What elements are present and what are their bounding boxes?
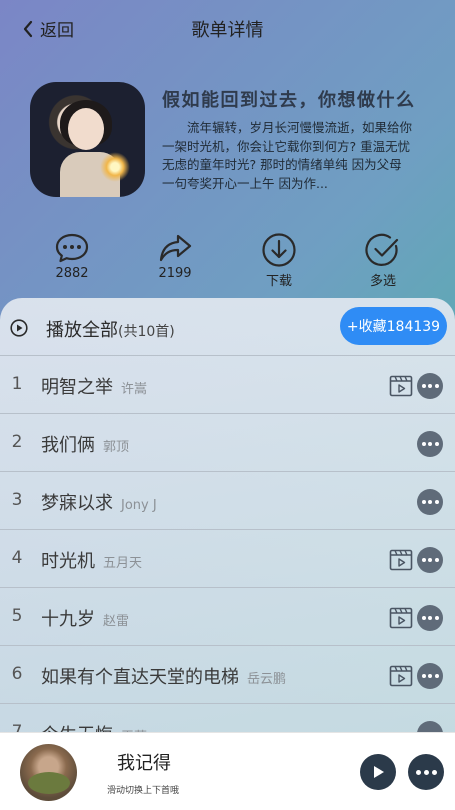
multi-select-label: 多选 — [369, 274, 396, 289]
song-title-group: 如果有个直达天堂的电梯 岳云鹏 — [41, 663, 286, 689]
song-title: 十九岁 — [41, 609, 95, 630]
more-dots-icon — [428, 384, 432, 388]
action-bar: 2882 2199 下载 多选 — [0, 232, 455, 292]
song-artist: 岳云鹏 — [247, 672, 287, 687]
song-title-group: 时光机 五月天 — [41, 547, 142, 573]
song-index: 4 — [11, 548, 23, 568]
song-artist: 许嵩 — [121, 382, 148, 397]
comment-button[interactable]: 2882 — [37, 232, 107, 281]
more-dots-icon — [421, 674, 426, 678]
playlist-description[interactable]: 流年辗转，岁月长河慢慢流逝，如果给你一架时光机，你会让它载你到何方? 重温无忧无… — [162, 119, 414, 193]
song-artist: 郭顶 — [103, 440, 130, 455]
play-all-button[interactable]: 播放全部(共10首) — [46, 316, 175, 342]
song-title: 时光机 — [41, 551, 95, 572]
song-title: 如果有个直达天堂的电梯 — [41, 667, 239, 688]
mv-icon[interactable] — [389, 606, 413, 630]
song-list-panel: 播放全部(共10首) +收藏184139 1 明智之举 许嵩 2 我们俩 郭顶 3 梦寐以求 J… — [0, 298, 455, 738]
more-dots-icon — [434, 558, 439, 562]
more-dots-icon — [434, 442, 439, 446]
play-button[interactable] — [360, 754, 396, 790]
more-dots-icon — [434, 674, 439, 678]
song-title: 梦寐以求 — [41, 493, 113, 514]
song-row[interactable]: 2 我们俩 郭顶 — [0, 414, 455, 472]
more-dots-icon — [421, 442, 426, 446]
more-dots-icon — [428, 674, 432, 678]
more-dots-icon — [421, 384, 426, 388]
share-count: 2199 — [158, 266, 192, 281]
download-icon — [262, 233, 296, 267]
more-dots-icon — [434, 384, 439, 388]
more-dots-icon — [415, 769, 421, 775]
song-title-group: 十九岁 赵雷 — [41, 605, 129, 631]
page-title: 歌单详情 — [191, 20, 264, 41]
song-index: 6 — [11, 664, 23, 684]
song-row[interactable]: 1 明智之举 许嵩 — [0, 356, 455, 414]
more-dots-icon — [434, 616, 439, 620]
song-artist: 五月天 — [103, 556, 143, 571]
comment-icon — [55, 233, 89, 263]
more-dots-icon — [428, 558, 432, 562]
comment-count: 2882 — [55, 266, 89, 281]
song-more-button[interactable] — [417, 663, 443, 689]
now-playing-title: 我记得 — [117, 753, 171, 774]
song-more-button[interactable] — [417, 431, 443, 457]
song-row[interactable]: 4 时光机 五月天 — [0, 530, 455, 588]
swipe-hint: 滑动切换上下首哦 — [107, 786, 180, 796]
more-dots-icon — [428, 500, 432, 504]
download-button[interactable]: 下载 — [244, 232, 314, 289]
share-button[interactable]: 2199 — [140, 232, 210, 281]
more-dots-icon — [421, 500, 426, 504]
song-more-button[interactable] — [417, 373, 443, 399]
song-index: 5 — [11, 606, 23, 626]
download-label: 下载 — [265, 274, 292, 289]
playlist-title: 假如能回到过去，你想做什么 — [162, 90, 416, 111]
song-more-button[interactable] — [417, 489, 443, 515]
song-title-group: 梦寐以求 Jony J — [41, 489, 157, 515]
more-dots-icon — [428, 616, 432, 620]
multi-select-button[interactable]: 多选 — [348, 232, 418, 289]
song-index: 3 — [11, 490, 23, 510]
play-all-label: 播放全部 — [46, 320, 118, 341]
play-circle-icon[interactable] — [10, 319, 28, 337]
song-row[interactable]: 3 梦寐以求 Jony J — [0, 472, 455, 530]
song-count: (共10首) — [118, 324, 175, 340]
mv-icon[interactable] — [389, 548, 413, 572]
more-dots-icon — [428, 442, 432, 446]
song-more-button[interactable] — [417, 605, 443, 631]
top-bar: 返回 歌单详情 — [0, 0, 455, 56]
play-icon — [374, 766, 384, 778]
mini-player[interactable]: 我记得 滑动切换上下首哦 — [0, 732, 455, 810]
playlist-cover[interactable] — [30, 82, 145, 197]
song-title-group: 明智之举 许嵩 — [41, 373, 147, 399]
more-dots-icon — [434, 500, 439, 504]
song-index: 1 — [11, 374, 23, 394]
song-title: 我们俩 — [41, 435, 95, 456]
share-icon — [159, 234, 192, 262]
song-title-group: 我们俩 郭顶 — [41, 431, 129, 457]
song-row[interactable]: 5 十九岁 赵雷 — [0, 588, 455, 646]
song-list: 1 明智之举 许嵩 2 我们俩 郭顶 3 梦寐以求 Jony J 4 时光机 五月天 5 十九岁 赵雷 6 如果… — [0, 356, 455, 738]
song-artist: Jony J — [121, 498, 157, 513]
now-playing-cover[interactable] — [20, 744, 77, 801]
mv-icon[interactable] — [389, 664, 413, 688]
more-dots-icon — [421, 558, 426, 562]
mv-icon[interactable] — [389, 374, 413, 398]
collect-button[interactable]: +收藏184139 — [340, 307, 447, 345]
song-row[interactable]: 6 如果有个直达天堂的电梯 岳云鹏 — [0, 646, 455, 704]
play-all-bar[interactable]: 播放全部(共10首) +收藏184139 — [0, 298, 455, 356]
song-title: 明智之举 — [41, 377, 113, 398]
player-more-button[interactable] — [408, 754, 444, 790]
song-artist: 赵雷 — [103, 614, 130, 629]
multi-select-icon — [365, 233, 399, 266]
song-index: 2 — [11, 432, 23, 452]
song-more-button[interactable] — [417, 547, 443, 573]
more-dots-icon — [421, 616, 426, 620]
